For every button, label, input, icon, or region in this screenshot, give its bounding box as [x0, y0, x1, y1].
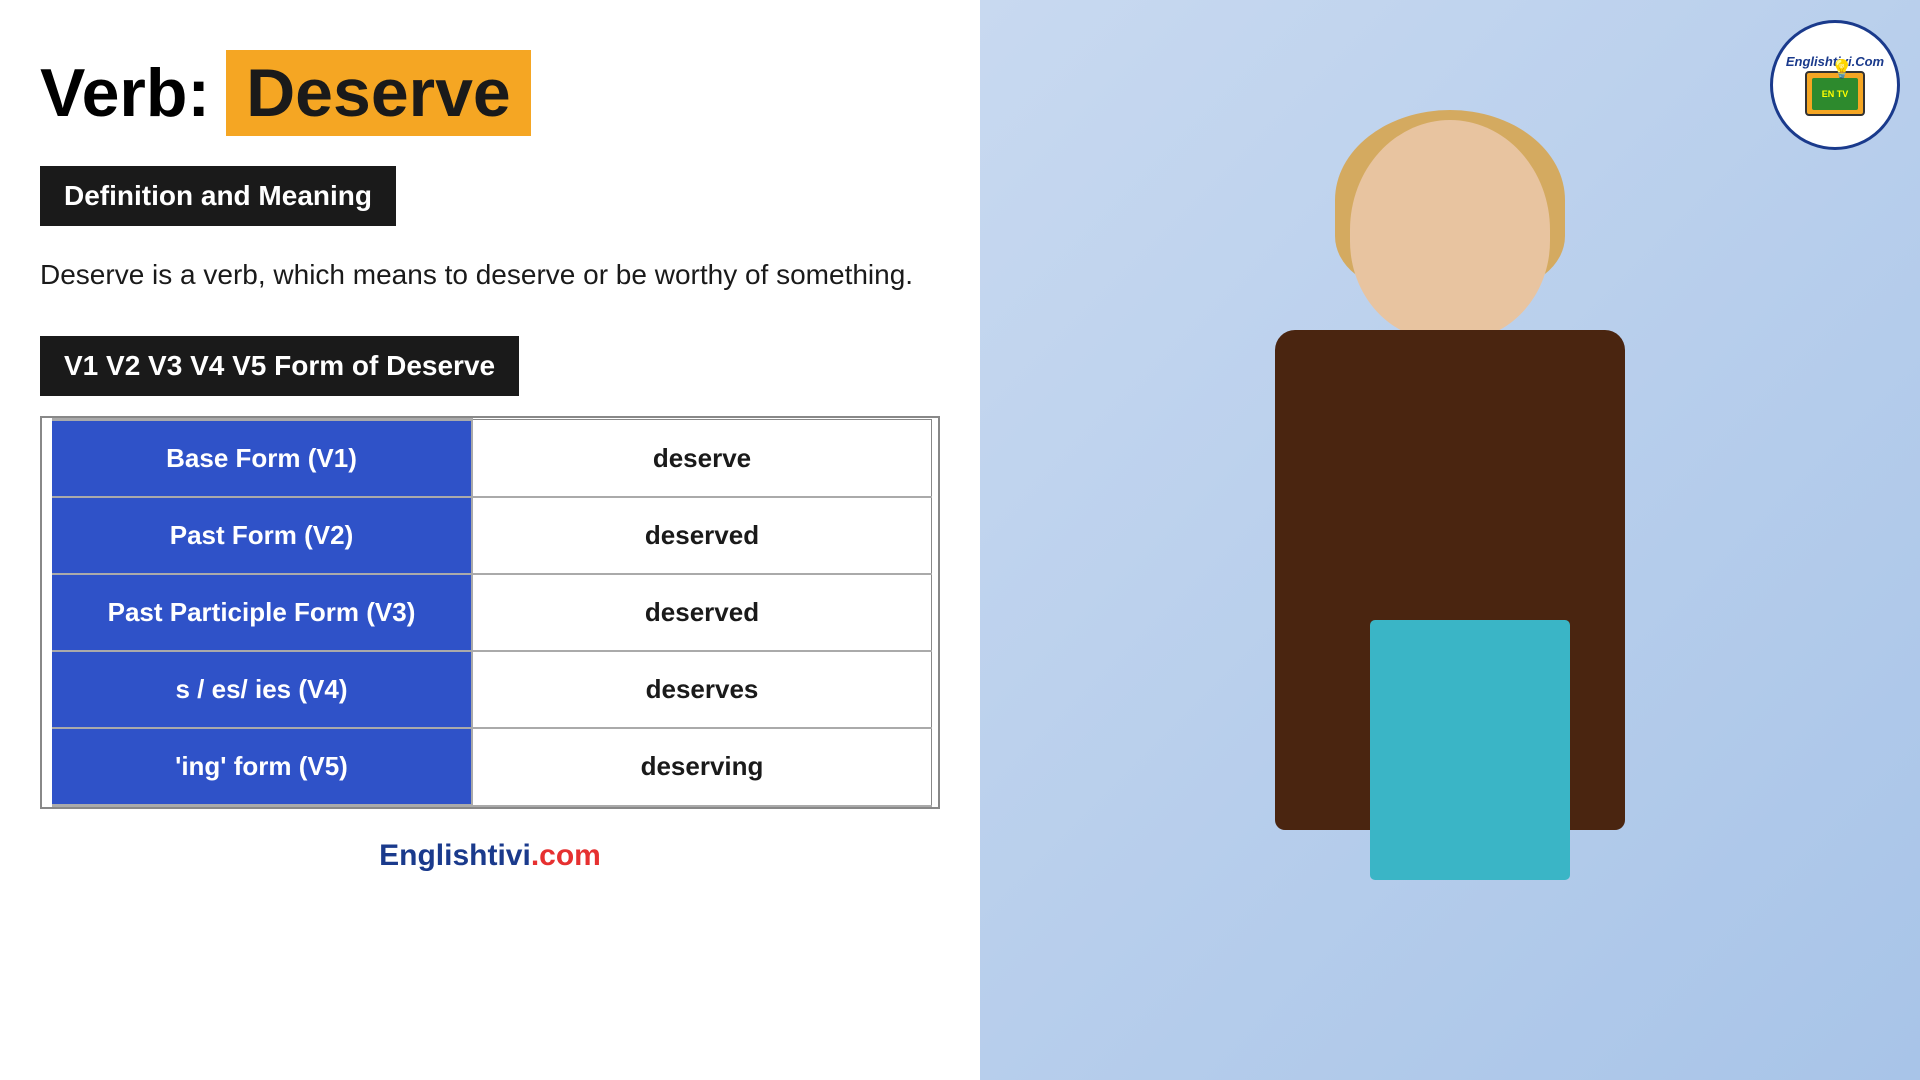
footer-brand: Englishtivi.com — [40, 839, 940, 873]
verb-title-container: Verb: Deserve — [40, 50, 940, 136]
person-head — [1350, 120, 1550, 340]
table-label-4: 'ing' form (V5) — [52, 728, 472, 806]
logo-tv-screen: EN TV — [1812, 78, 1858, 110]
logo-bulb-icon: 💡 — [1831, 59, 1853, 80]
table-label-0: Base Form (V1) — [52, 420, 472, 498]
table-value-4: deserving — [472, 728, 932, 806]
table-row: Past Participle Form (V3)deserved — [52, 574, 932, 651]
brand-name-red: .com — [531, 839, 601, 872]
forms-badge: V1 V2 V3 V4 V5 Form of Deserve — [40, 336, 519, 396]
table-label-2: Past Participle Form (V3) — [52, 574, 472, 651]
logo-inner: Englishtivi.Com EN TV 💡 — [1786, 54, 1884, 116]
logo-tv: EN TV 💡 — [1805, 71, 1865, 116]
table-row: 'ing' form (V5)deserving — [52, 728, 932, 806]
table-value-0: deserve — [472, 420, 932, 498]
verb-word-highlight: Deserve — [226, 50, 531, 136]
table-label-1: Past Form (V2) — [52, 497, 472, 574]
definition-text: Deserve is a verb, which means to deserv… — [40, 254, 940, 296]
person-figure — [1100, 100, 1800, 1080]
person-book — [1370, 620, 1570, 880]
table-value-3: deserves — [472, 651, 932, 728]
table-row: s / es/ ies (V4)deserves — [52, 651, 932, 728]
logo-tv-text: EN TV — [1822, 89, 1849, 99]
table-row: Past Form (V2)deserved — [52, 497, 932, 574]
verb-forms-table: Base Form (V1)deservePast Form (V2)deser… — [52, 418, 932, 807]
table-value-2: deserved — [472, 574, 932, 651]
table-label-3: s / es/ ies (V4) — [52, 651, 472, 728]
person-image-area — [980, 0, 1920, 1080]
left-panel: Verb: Deserve Definition and Meaning Des… — [0, 0, 980, 1080]
right-panel: Englishtivi.Com EN TV 💡 — [980, 0, 1920, 1080]
definition-badge: Definition and Meaning — [40, 166, 396, 226]
table-value-1: deserved — [472, 497, 932, 574]
verb-forms-table-wrapper: Base Form (V1)deservePast Form (V2)deser… — [40, 416, 940, 809]
logo-container: Englishtivi.Com EN TV 💡 — [1770, 20, 1900, 150]
table-row: Base Form (V1)deserve — [52, 420, 932, 498]
verb-prefix-label: Verb: — [40, 54, 210, 132]
brand-name-dark: Englishtivi — [379, 839, 531, 872]
